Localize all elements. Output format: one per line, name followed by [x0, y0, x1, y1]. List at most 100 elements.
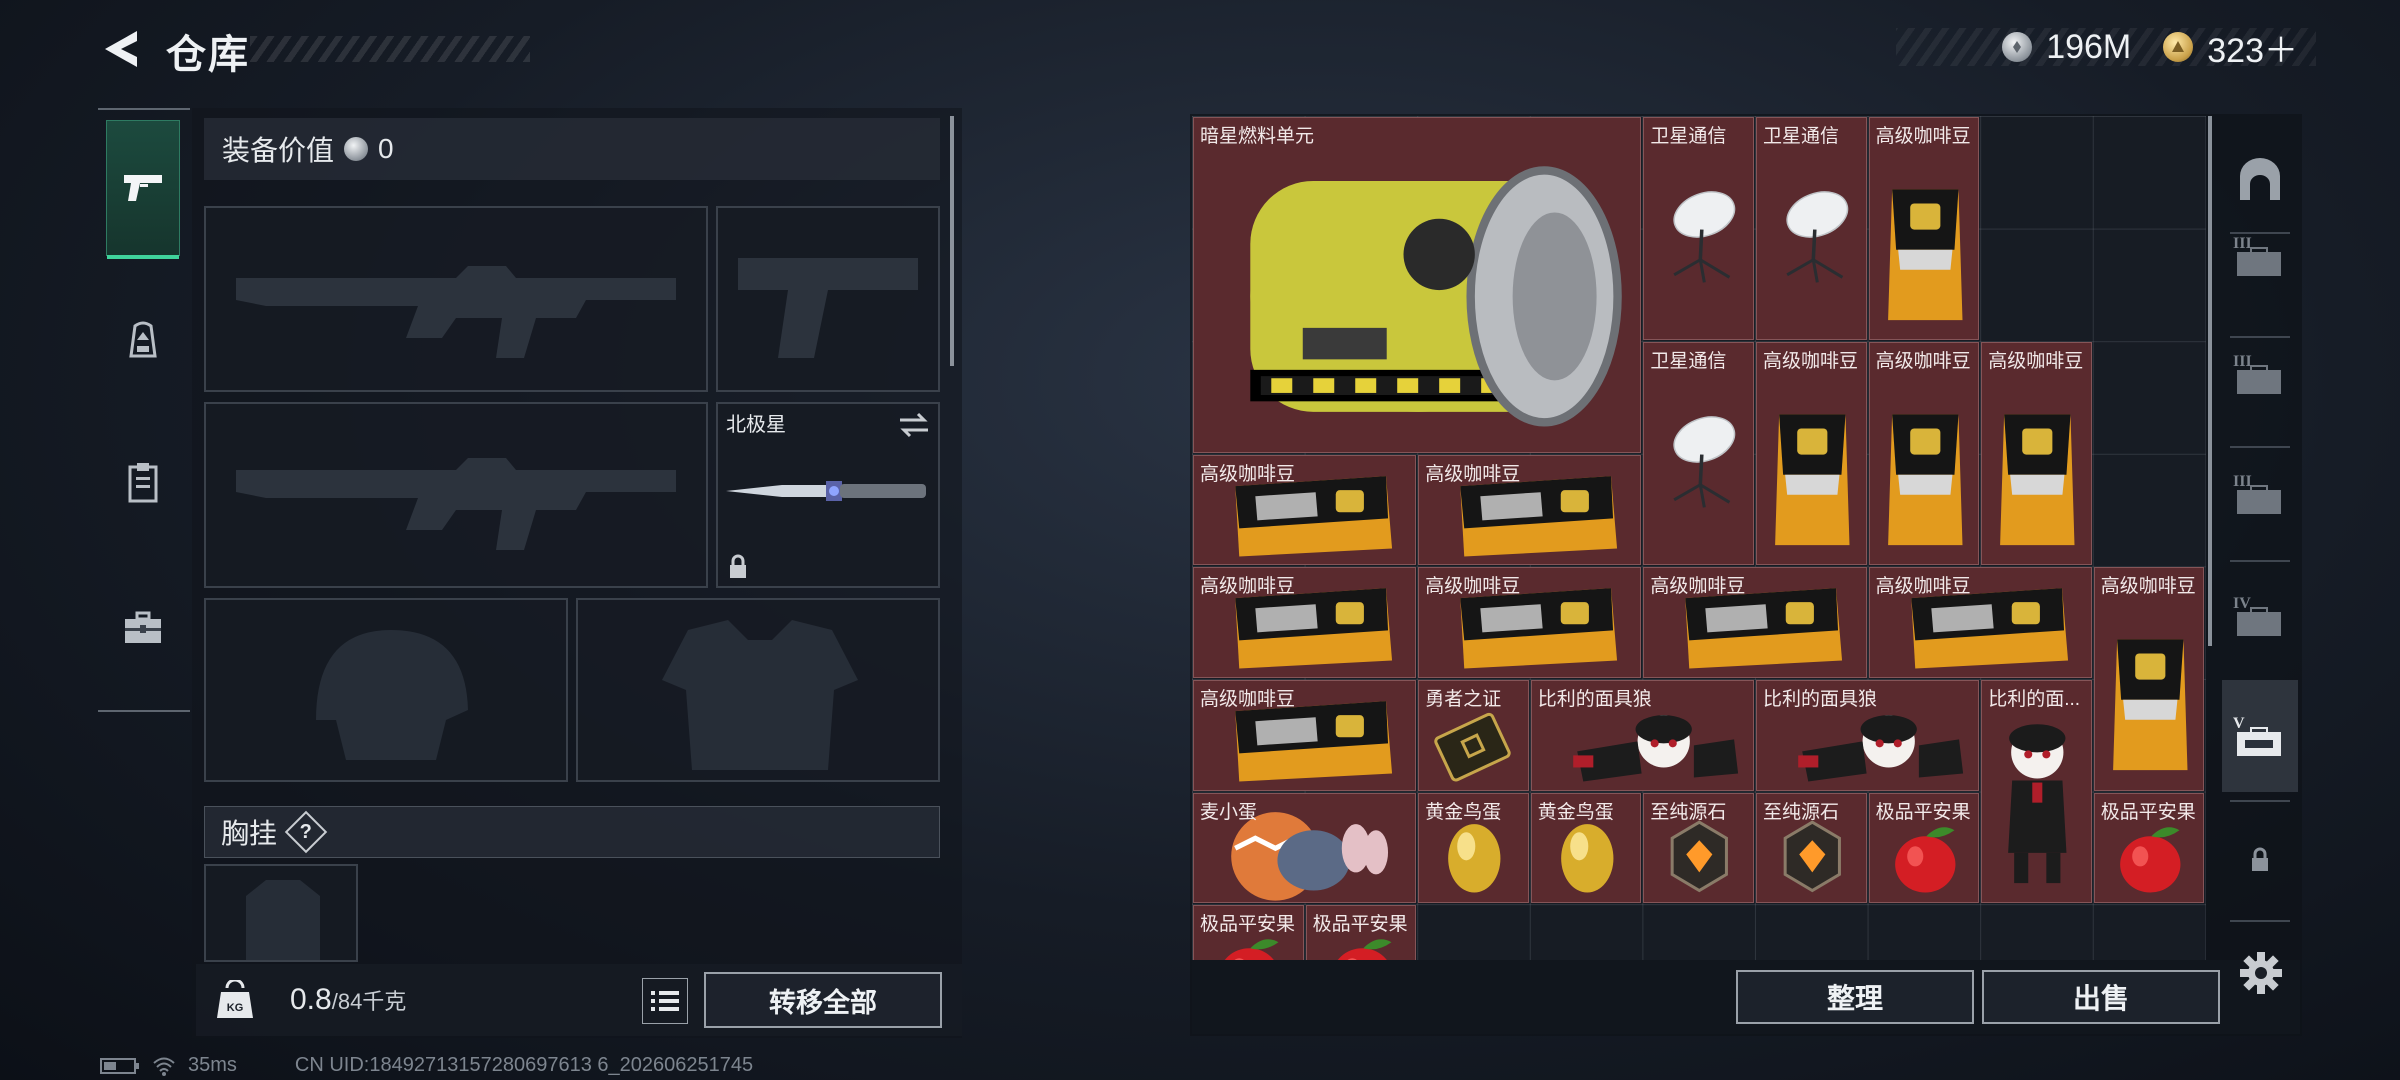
arch-icon: [2240, 158, 2280, 200]
stash-item[interactable]: 比利的面具狼: [1530, 680, 1754, 791]
stash-item-name: 高级咖啡豆: [1875, 126, 1971, 147]
stash-item[interactable]: 高级咖啡豆: [1868, 342, 1980, 566]
case-tier-3-icon: III: [2233, 353, 2281, 394]
help-icon[interactable]: ?: [284, 810, 328, 854]
stash-item[interactable]: 高级咖啡豆: [2093, 567, 2205, 791]
stash-item-name: 高级咖啡豆: [1875, 351, 1971, 373]
pistol-slot[interactable]: [716, 206, 940, 392]
back-button[interactable]: [96, 24, 146, 74]
equipment-scrollbar[interactable]: [950, 116, 954, 366]
stash-item[interactable]: 极品平安果: [1868, 792, 1980, 904]
stash-item[interactable]: 高级咖啡豆: [1643, 567, 1867, 678]
stash-item[interactable]: 高级咖啡豆: [1981, 342, 2092, 566]
case-tier-3-icon: III: [2233, 473, 2281, 514]
stash-item[interactable]: 高级咖啡豆: [1193, 567, 1417, 678]
stash-item[interactable]: 比利的面具狼: [1756, 680, 1980, 791]
stash-item-name: 比利的面具狼: [1537, 689, 1652, 710]
stash-item-name: 卫星通信: [1763, 126, 1840, 147]
gold-currency-value[interactable]: 323＋: [2207, 23, 2298, 72]
stash-item[interactable]: 高级咖啡豆: [1418, 567, 1642, 678]
sort-button[interactable]: 整理: [1736, 970, 1974, 1024]
svg-text:III: III: [2233, 353, 2252, 370]
helmet-slot[interactable]: [204, 598, 568, 782]
side-tab-case-5[interactable]: V: [2222, 680, 2298, 792]
weight-current: 0.8: [290, 983, 332, 1016]
stash-item[interactable]: 高级咖啡豆: [1756, 342, 1867, 566]
side-tab-case-3a[interactable]: III: [2222, 200, 2298, 312]
settings-button[interactable]: [2236, 948, 2286, 998]
stash-item-name: 高级咖啡豆: [1200, 689, 1296, 710]
stash-item-name: 高级咖啡豆: [1200, 463, 1296, 485]
ping-value: 35ms: [188, 1054, 237, 1076]
status-bar: 35ms CN UID:18492713157280697613 6_20260…: [100, 1054, 753, 1077]
swap-icon[interactable]: [898, 412, 930, 438]
stash-item[interactable]: 高级咖啡豆: [1868, 117, 1980, 341]
stash-item[interactable]: 卫星通信: [1643, 342, 1754, 566]
chest-rig-slot[interactable]: [204, 864, 358, 962]
stash-item[interactable]: 至纯源石: [1756, 792, 1867, 904]
svg-text:III: III: [2233, 473, 2252, 490]
stash-item-name: 黄金鸟蛋: [1537, 801, 1614, 823]
stash-item[interactable]: 极品平安果: [1305, 905, 1417, 960]
stash-item[interactable]: 高级咖啡豆: [1193, 454, 1417, 566]
stash-item-name: 极品平安果: [1200, 914, 1296, 936]
side-tab-case-3b[interactable]: III: [2222, 318, 2298, 430]
stash-item[interactable]: 暗星燃料单元: [1193, 117, 1642, 453]
vest-silhouette-icon: [662, 620, 858, 770]
svg-text:KG: KG: [227, 1002, 244, 1014]
nav-tab-cases[interactable]: [106, 560, 180, 696]
stash-item-name: 高级咖啡豆: [1200, 576, 1296, 598]
primary-weapon-slot-1[interactable]: [204, 206, 708, 392]
case-tier-5-icon: V: [2233, 715, 2281, 756]
gear-icon: [2240, 952, 2282, 994]
stash-item[interactable]: 黄金鸟蛋: [1530, 792, 1642, 904]
stash-item-name: 勇者之证: [1425, 689, 1502, 710]
back-arrow-icon: [105, 31, 137, 67]
lock-icon: [730, 554, 746, 578]
side-tab-case-3c[interactable]: III: [2222, 438, 2298, 550]
nav-divider: [98, 108, 190, 110]
list-view-button[interactable]: [642, 978, 688, 1024]
helmet-silhouette-icon: [316, 630, 468, 760]
stash-item[interactable]: 极品平安果: [2093, 792, 2205, 904]
nav-tab-gear[interactable]: [106, 272, 180, 408]
stash-item[interactable]: 比利的面...: [1981, 680, 2092, 904]
stash-item[interactable]: 高级咖啡豆: [1418, 454, 1642, 566]
transfer-all-button[interactable]: 转移全部: [704, 972, 942, 1028]
stash-item-name: 高级咖啡豆: [1425, 576, 1521, 598]
currency-bar: 196M 323＋: [1896, 28, 2316, 70]
pistol-silhouette-icon: [738, 258, 918, 358]
stash-item-name: 暗星燃料单元: [1200, 126, 1315, 147]
stash-item-name: 比利的面...: [1988, 689, 2081, 710]
stash-actions-bar: 整理 出售: [1192, 960, 2300, 1034]
stash-item[interactable]: 卫星通信: [1643, 117, 1754, 341]
stash-item[interactable]: 麦小蛋: [1193, 792, 1417, 904]
melee-item-name: 北极星: [726, 414, 786, 436]
melee-slot[interactable]: 北极星: [716, 402, 940, 588]
stash-item[interactable]: 极品平安果: [1193, 905, 1304, 960]
nav-tab-supplies[interactable]: [106, 414, 180, 550]
toolbox-icon: [125, 611, 161, 643]
nav-tab-weapons[interactable]: [106, 120, 180, 259]
stash-item[interactable]: 黄金鸟蛋: [1418, 792, 1529, 904]
stash-item-name: 至纯源石: [1650, 801, 1727, 823]
armor-slot[interactable]: [576, 598, 940, 782]
stash-item[interactable]: 高级咖啡豆: [1868, 567, 2092, 678]
stash-scrollbar[interactable]: [2208, 116, 2212, 646]
rifle-silhouette-icon: [236, 266, 676, 358]
primary-weapon-slot-2[interactable]: [204, 402, 708, 588]
rifle-silhouette-icon: [236, 458, 676, 550]
stash-item-name: 至纯源石: [1763, 801, 1840, 823]
stash-item[interactable]: 至纯源石: [1643, 792, 1754, 904]
stash-item-name: 卫星通信: [1650, 351, 1727, 373]
stash-item-name: 高级咖啡豆: [2100, 576, 2196, 598]
stash-grid: 暗星燃料单元 卫星通信 卫星通信 高级咖啡豆 卫星通信 高级咖啡豆 高级咖啡豆 …: [1192, 116, 2206, 960]
stash-item-name: 高级咖啡豆: [1650, 576, 1746, 598]
stash-item[interactable]: 卫星通信: [1756, 117, 1867, 341]
capacity-bar: KG 0.8/84千克 转移全部: [196, 964, 962, 1036]
side-tab-case-4[interactable]: IV: [2222, 560, 2298, 672]
side-tab-locked[interactable]: [2222, 804, 2298, 916]
sell-button[interactable]: 出售: [1982, 970, 2220, 1024]
stash-item[interactable]: 高级咖啡豆: [1193, 680, 1417, 791]
stash-item[interactable]: 勇者之证: [1418, 680, 1529, 791]
